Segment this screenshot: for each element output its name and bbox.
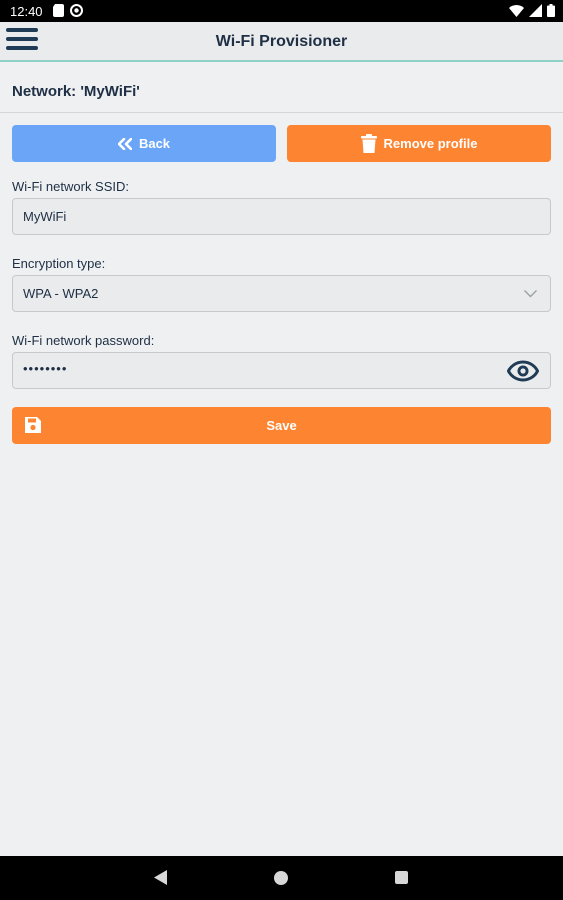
header-divider (0, 112, 563, 113)
ssid-label: Wi-Fi network SSID: (12, 179, 130, 194)
encryption-select[interactable]: WPA - WPA2 (12, 275, 551, 312)
save-button[interactable]: Save (12, 407, 551, 444)
ssid-input[interactable]: MyWiFi (12, 198, 551, 235)
status-time: 12:40 (10, 4, 43, 19)
signal-icon (529, 4, 542, 17)
password-input[interactable]: •••••••• (12, 352, 551, 389)
status-bar: 12:40 (0, 0, 563, 22)
save-button-label: Save (266, 418, 297, 433)
eye-icon[interactable] (507, 360, 539, 382)
sd-card-icon (53, 4, 64, 17)
battery-icon (547, 4, 555, 17)
network-header: Network: 'MyWiFi' (12, 83, 140, 100)
remove-profile-button[interactable]: Remove profile (287, 125, 551, 162)
app-title: Wi-Fi Provisioner (215, 33, 348, 50)
wifi-icon (509, 4, 524, 17)
password-label: Wi-Fi network password: (12, 333, 155, 348)
status-icons-left (53, 4, 83, 17)
back-button-label: Back (138, 136, 171, 151)
chevron-down-icon (524, 290, 537, 298)
status-icons-right (509, 4, 555, 17)
remove-profile-label: Remove profile (383, 136, 478, 151)
ssid-value: MyWiFi (23, 209, 67, 224)
app-bar: Wi-Fi Provisioner (0, 22, 563, 62)
encryption-value: WPA - WPA2 (23, 286, 99, 301)
recents-square-icon[interactable] (395, 871, 408, 884)
back-triangle-icon[interactable] (154, 870, 167, 885)
double-chevron-left-icon (117, 137, 132, 150)
encryption-label: Encryption type: (12, 256, 106, 271)
system-nav-bar (0, 856, 563, 900)
home-circle-icon[interactable] (274, 871, 288, 885)
floppy-disk-icon (25, 417, 41, 433)
password-value: •••••••• (23, 361, 68, 376)
vpn-icon (70, 4, 83, 17)
trash-icon (360, 134, 377, 153)
back-button[interactable]: Back (12, 125, 276, 162)
